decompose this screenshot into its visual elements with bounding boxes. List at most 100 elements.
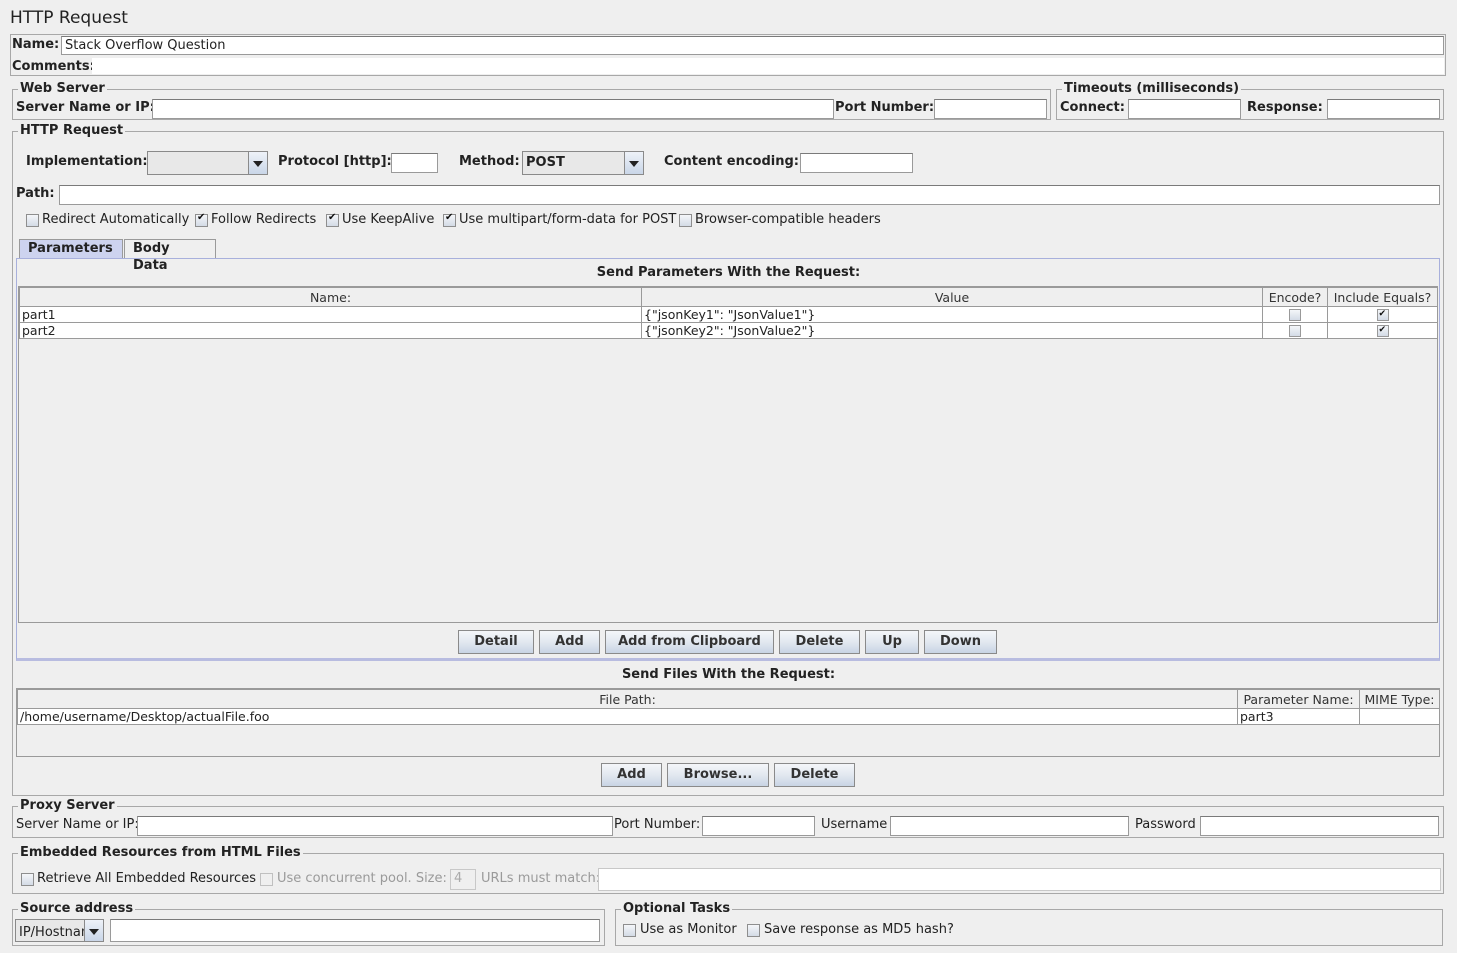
table-row[interactable]: /home/username/Desktop/actualFile.foo pa…: [17, 708, 1440, 725]
optional-tasks-group: Optional Tasks: [615, 902, 1443, 946]
chevron-down-icon[interactable]: [624, 152, 643, 174]
proxy-port-label: Port Number:: [614, 817, 701, 832]
encode-cell[interactable]: [1262, 322, 1328, 339]
response-label: Response:: [1247, 100, 1323, 115]
chevron-down-icon[interactable]: [84, 920, 103, 941]
web-server-legend: Web Server: [18, 81, 107, 96]
files-table-scroll[interactable]: File Path: Parameter Name: MIME Type: /h…: [16, 688, 1440, 757]
source-address-input[interactable]: [110, 919, 600, 942]
tab-body-data[interactable]: Body Data: [124, 239, 216, 273]
connect-label: Connect:: [1060, 100, 1125, 115]
parameters-header-row: Name: Value Encode? Include Equals?: [19, 287, 1438, 307]
file-path-cell[interactable]: /home/username/Desktop/actualFile.foo: [17, 708, 1238, 725]
embedded-resources-legend: Embedded Resources from HTML Files: [18, 845, 303, 860]
proxy-password-label: Password: [1135, 817, 1196, 832]
port-number-input[interactable]: [934, 99, 1047, 119]
method-select[interactable]: POST: [522, 151, 644, 175]
file-param-name-cell[interactable]: part3: [1237, 708, 1360, 725]
encode-checkbox[interactable]: [1289, 325, 1301, 337]
column-header-file-path[interactable]: File Path:: [17, 689, 1238, 709]
response-timeout-input[interactable]: [1327, 99, 1440, 119]
name-input[interactable]: Stack Overflow Question: [61, 36, 1444, 55]
add-file-button[interactable]: Add: [601, 763, 662, 787]
include-equals-checkbox[interactable]: [1376, 308, 1389, 321]
column-header-parameter-name[interactable]: Parameter Name:: [1237, 689, 1360, 709]
urls-must-match-label: URLs must match:: [481, 871, 601, 886]
parameters-table: Name: Value Encode? Include Equals? part…: [19, 287, 1438, 339]
table-row[interactable]: part1 {"jsonKey1": "JsonValue1"}: [19, 306, 1438, 323]
param-name-cell[interactable]: part2: [19, 322, 642, 339]
connect-timeout-input[interactable]: [1128, 99, 1241, 119]
delete-file-button[interactable]: Delete: [774, 763, 855, 787]
include-equals-checkbox[interactable]: [1376, 324, 1389, 337]
save-md5-checkbox[interactable]: [747, 924, 760, 937]
param-name-cell[interactable]: part1: [19, 306, 642, 323]
encode-checkbox[interactable]: [1289, 309, 1301, 321]
implementation-label: Implementation:: [26, 154, 148, 169]
concurrent-pool-label: Use concurrent pool. Size:: [277, 871, 447, 886]
proxy-server-name-label: Server Name or IP:: [16, 817, 139, 832]
save-md5-label: Save response as MD5 hash?: [764, 922, 954, 937]
use-keepalive-checkbox[interactable]: [326, 212, 339, 227]
tab-parameters[interactable]: Parameters: [19, 239, 123, 258]
delete-parameter-button[interactable]: Delete: [779, 630, 860, 654]
follow-redirects-checkbox[interactable]: [195, 212, 208, 227]
detail-button[interactable]: Detail: [458, 630, 534, 654]
comments-label: Comments:: [12, 59, 95, 74]
files-table: File Path: Parameter Name: MIME Type: /h…: [17, 689, 1440, 725]
pool-size-input[interactable]: 4: [450, 869, 476, 890]
proxy-password-input[interactable]: [1200, 816, 1439, 836]
follow-redirects-label: Follow Redirects: [211, 212, 317, 227]
content-encoding-label: Content encoding:: [664, 154, 799, 169]
chevron-down-icon[interactable]: [248, 152, 267, 174]
param-value-cell[interactable]: {"jsonKey1": "JsonValue1"}: [641, 306, 1263, 323]
column-header-mime-type[interactable]: MIME Type:: [1359, 689, 1440, 709]
include-equals-cell[interactable]: [1327, 322, 1438, 339]
urls-must-match-input[interactable]: [598, 868, 1441, 891]
retrieve-embedded-checkbox[interactable]: [21, 873, 34, 886]
column-header-name[interactable]: Name:: [19, 287, 642, 307]
redirect-automatically-checkbox[interactable]: [26, 214, 39, 227]
proxy-server-legend: Proxy Server: [18, 798, 117, 813]
concurrent-pool-checkbox[interactable]: [260, 873, 273, 886]
up-button[interactable]: Up: [865, 630, 919, 654]
browser-compatible-headers-label: Browser-compatible headers: [695, 212, 881, 227]
column-header-encode[interactable]: Encode?: [1262, 287, 1328, 307]
implementation-select[interactable]: [147, 151, 268, 175]
encode-cell[interactable]: [1262, 306, 1328, 323]
param-value-cell[interactable]: {"jsonKey2": "JsonValue2"}: [641, 322, 1263, 339]
optional-tasks-legend: Optional Tasks: [621, 901, 733, 916]
protocol-input[interactable]: [391, 153, 438, 173]
server-name-label: Server Name or IP:: [16, 100, 155, 115]
content-encoding-input[interactable]: [800, 153, 913, 173]
comments-input[interactable]: [92, 58, 1444, 74]
proxy-server-name-input[interactable]: [137, 816, 613, 836]
source-address-type-select[interactable]: IP/Hostname: [15, 919, 104, 942]
file-mime-type-cell[interactable]: [1359, 708, 1440, 725]
use-as-monitor-checkbox[interactable]: [623, 924, 636, 937]
path-input[interactable]: [59, 185, 1440, 205]
add-parameter-button[interactable]: Add: [539, 630, 600, 654]
port-number-label: Port Number:: [835, 100, 935, 115]
add-from-clipboard-button[interactable]: Add from Clipboard: [605, 630, 774, 654]
use-multipart-label: Use multipart/form-data for POST: [459, 212, 677, 227]
source-address-legend: Source address: [18, 901, 136, 916]
parameters-table-scroll[interactable]: Name: Value Encode? Include Equals? part…: [18, 286, 1438, 623]
use-as-monitor-label: Use as Monitor: [640, 922, 737, 937]
table-row[interactable]: part2 {"jsonKey2": "JsonValue2"}: [19, 322, 1438, 339]
browser-compatible-headers-checkbox[interactable]: [679, 214, 692, 227]
proxy-username-input[interactable]: [890, 816, 1129, 836]
send-parameters-title: Send Parameters With the Request:: [596, 265, 861, 280]
path-label: Path:: [16, 186, 55, 201]
files-header-row: File Path: Parameter Name: MIME Type:: [17, 689, 1440, 709]
column-header-value[interactable]: Value: [641, 287, 1263, 307]
browse-button[interactable]: Browse...: [667, 763, 769, 787]
column-header-include-equals[interactable]: Include Equals?: [1327, 287, 1438, 307]
server-name-input[interactable]: [152, 99, 834, 119]
down-button[interactable]: Down: [924, 630, 997, 654]
use-multipart-checkbox[interactable]: [443, 212, 456, 227]
proxy-port-input[interactable]: [702, 816, 815, 836]
include-equals-cell[interactable]: [1327, 306, 1438, 323]
method-value: POST: [526, 155, 565, 170]
retrieve-embedded-label: Retrieve All Embedded Resources: [37, 871, 256, 886]
